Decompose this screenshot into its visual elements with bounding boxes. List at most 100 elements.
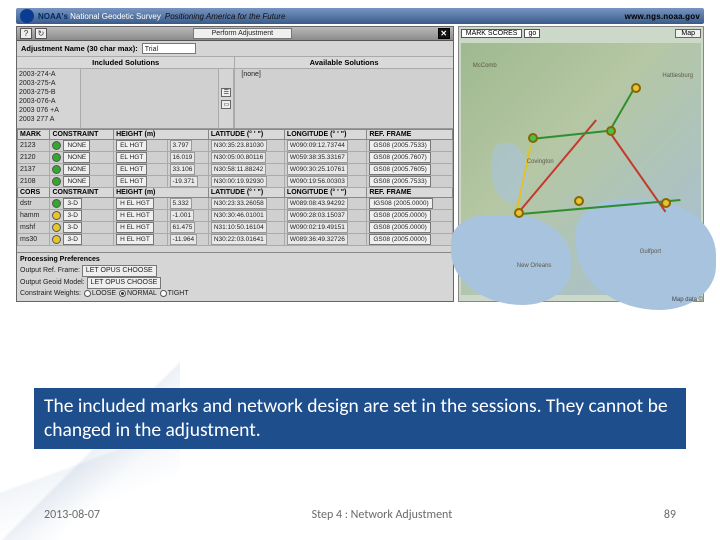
map-type-button[interactable]: Map — [675, 29, 701, 38]
col-mark: MARK — [18, 130, 50, 140]
status-icon — [52, 223, 61, 232]
pref-output-ref-label: Output Ref. Frame: — [20, 267, 80, 274]
list-item[interactable]: 2003 076 +A — [19, 106, 78, 115]
available-solutions-header: Available Solutions — [235, 57, 452, 69]
list-item[interactable]: 2003-274-A — [19, 70, 78, 79]
lat-value: N30:22:03.01641 — [211, 234, 267, 245]
constraint-select[interactable]: NONE — [63, 152, 90, 163]
lat-value: N31:10:50.16104 — [211, 222, 267, 233]
refresh-icon[interactable]: ↻ — [35, 28, 47, 39]
ref-frame-select[interactable]: GS08 (2005.7605) — [369, 164, 430, 175]
col-lat: LATITUDE (° ' ") — [208, 130, 284, 140]
map-label: Hattiesburg — [662, 73, 693, 79]
ref-frame-select[interactable]: GS08 (2005.7533) — [369, 140, 430, 151]
ref-frame-select[interactable]: GS08 (2005.7607) — [369, 152, 430, 163]
adjustment-name-input[interactable]: Trial — [142, 43, 196, 54]
map-node[interactable] — [606, 126, 616, 136]
opus-titlebar: ? ↻ Perform Adjustment ✕ — [17, 27, 453, 41]
constraint-select[interactable]: 3-D — [63, 222, 81, 233]
table-row: 2123 NONEEL HGT3.797N30:35:23.81030W090:… — [18, 140, 453, 152]
constraint-select[interactable]: 3-D — [63, 210, 81, 221]
map-go-button[interactable]: go — [524, 29, 540, 38]
mark-header-row: MARK CONSTRAINT HEIGHT (m) LATITUDE (° '… — [18, 130, 453, 140]
status-icon — [52, 165, 61, 174]
status-icon — [52, 211, 61, 220]
lat-value: N30:00:19.92930 — [211, 176, 267, 187]
map-label: Gulfport — [640, 249, 661, 255]
ref-frame-select[interactable]: GS08 (2005.7533) — [369, 176, 430, 187]
constraint-select[interactable]: NONE — [63, 164, 90, 175]
titlebar-label[interactable]: Perform Adjustment — [193, 28, 292, 39]
height-type-select[interactable]: H EL HGT — [116, 198, 154, 209]
ref-frame-select[interactable]: GS08 (2005.0000) — [369, 222, 430, 233]
adjustment-name-label: Adjustment Name (30 char max): — [21, 44, 138, 53]
height-type-select[interactable]: EL HGT — [116, 164, 147, 175]
move-right-icon[interactable]: ☰ — [221, 88, 231, 97]
height-value: 3.797 — [170, 140, 192, 151]
lon-value: W089:36:49.32726 — [287, 234, 348, 245]
status-icon — [52, 141, 61, 150]
height-type-select[interactable]: EL HGT — [116, 176, 147, 187]
map-canvas[interactable]: New Orleans Covington McComb Hattiesburg… — [461, 43, 701, 295]
table-row: hamm 3-DH EL HGT-1.001N30:30:46.01001W09… — [18, 210, 453, 222]
weight-loose-radio[interactable] — [84, 290, 91, 297]
constraint-select[interactable]: NONE — [63, 176, 90, 187]
noaa-brand-title: National Geodetic Survey — [70, 12, 161, 21]
lon-value: W090:09:12.73744 — [287, 140, 348, 151]
slide-caption: The included marks and network design ar… — [34, 388, 686, 449]
height-value: 16.019 — [170, 152, 196, 163]
constraint-select[interactable]: 3-D — [63, 234, 81, 245]
noaa-url: www.ngs.noaa.gov — [625, 12, 700, 21]
weight-tight-radio[interactable] — [160, 290, 167, 297]
map-node[interactable] — [631, 83, 641, 93]
session-list[interactable]: 2003-274-A 2003-275-A 2003-275-B 2003-07… — [17, 69, 81, 128]
network-map[interactable]: MARK SCORES go Map — [458, 26, 704, 302]
pref-geoid-select[interactable]: LET OPUS CHOOSE — [87, 277, 162, 289]
height-value: 33.106 — [170, 164, 196, 175]
col-height: HEIGHT (m) — [114, 130, 209, 140]
close-icon[interactable]: ✕ — [438, 28, 450, 39]
col-constraint: CONSTRAINT — [50, 130, 114, 140]
map-toolbar: MARK SCORES go Map — [461, 29, 701, 38]
table-row: 2137 NONEEL HGT33.106N30:58:11.88242W090… — [18, 164, 453, 176]
lon-value: W090:30:25.10761 — [287, 164, 348, 175]
pref-weights-label: Constraint Weights: — [20, 290, 81, 297]
mark-table: MARK CONSTRAINT HEIGHT (m) LATITUDE (° '… — [17, 129, 453, 246]
cors-header-row: CORS CONSTRAINT HEIGHT (m) LATITUDE (° '… — [18, 188, 453, 198]
height-type-select[interactable]: EL HGT — [116, 140, 147, 151]
lat-value: N30:58:11.88242 — [211, 164, 266, 175]
available-solutions-pane: Available Solutions [none] — [235, 57, 452, 128]
height-type-select[interactable]: H EL HGT — [116, 234, 154, 245]
pref-output-ref-select[interactable]: LET OPUS CHOOSE — [82, 265, 157, 277]
list-item[interactable]: 2003-275-B — [19, 88, 78, 97]
status-icon — [52, 199, 61, 208]
constraint-select[interactable]: 3-D — [63, 198, 81, 209]
transfer-controls: ☰ ▭ — [218, 69, 234, 128]
height-type-select[interactable]: H EL HGT — [116, 222, 154, 233]
ref-frame-select[interactable]: GS08 (2005.0000) — [369, 234, 430, 245]
list-item[interactable]: 2003 277 A — [19, 115, 78, 124]
none-label: [none] — [241, 71, 260, 78]
constraint-select[interactable]: NONE — [63, 140, 90, 151]
footer-page-number: 89 — [664, 508, 676, 522]
list-item[interactable]: 2003-076-A — [19, 97, 78, 106]
move-left-icon[interactable]: ▭ — [221, 100, 231, 109]
table-row: mshf 3-DH EL HGT61.475N31:10:50.16104W09… — [18, 222, 453, 234]
height-value: 5.332 — [170, 198, 192, 209]
map-node[interactable] — [574, 196, 584, 206]
list-item[interactable]: 2003-275-A — [19, 79, 78, 88]
noaa-logo-icon — [20, 9, 34, 23]
lon-value: W090:28:03.15037 — [287, 210, 348, 221]
help-icon[interactable]: ? — [20, 28, 32, 39]
weight-normal-radio[interactable] — [119, 290, 126, 297]
height-type-select[interactable]: H EL HGT — [116, 210, 154, 221]
map-layer-select[interactable]: MARK SCORES — [461, 29, 523, 38]
height-type-select[interactable]: EL HGT — [116, 152, 147, 163]
map-node[interactable] — [661, 198, 671, 208]
ref-frame-select[interactable]: IGS08 (2005.0000) — [369, 198, 432, 209]
map-node[interactable] — [528, 133, 538, 143]
map-node[interactable] — [514, 208, 524, 218]
table-row: 2120 NONEEL HGT16.019N30:05:00.80116W059… — [18, 152, 453, 164]
ref-frame-select[interactable]: GS08 (2005.0000) — [369, 210, 430, 221]
lon-value: W090:19:56.00303 — [287, 176, 348, 187]
